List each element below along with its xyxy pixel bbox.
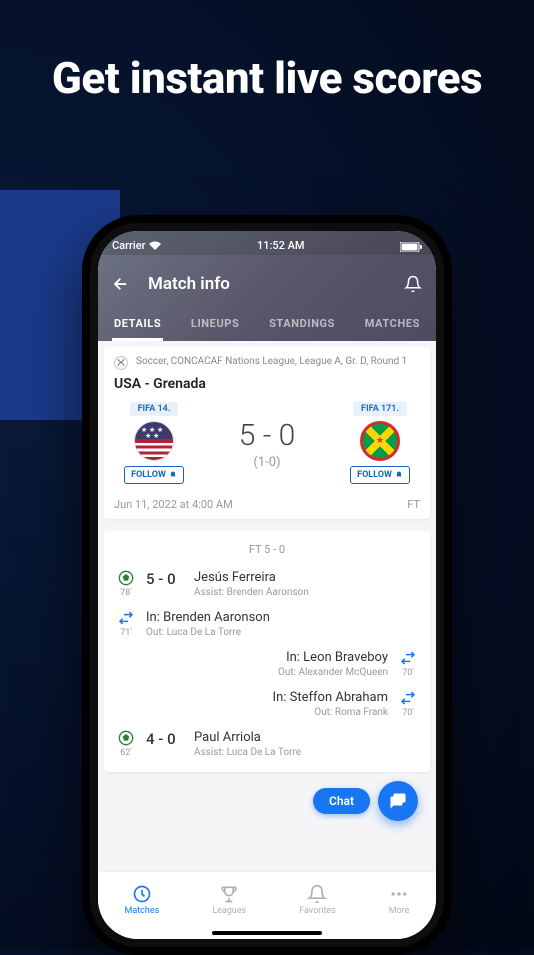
competition-icon [114, 356, 128, 370]
event-row[interactable]: 78' 5 - 0 Jesús Ferreira Assist: Brenden… [114, 564, 420, 604]
app-header: Match info DETAILS LINEUPS STANDINGS MAT… [98, 255, 436, 341]
trophy-icon [219, 884, 239, 904]
match-status: FT [407, 498, 420, 511]
tab-lineups[interactable]: LINEUPS [189, 309, 241, 341]
more-icon [389, 884, 409, 904]
event-player-out: Out: Luca De La Torre [146, 627, 420, 638]
away-fifa-badge: FIFA 171. [353, 402, 407, 416]
match-summary-card: Soccer, CONCACAF Nations League, League … [104, 347, 430, 519]
match-title: USA - Grenada [114, 376, 420, 392]
promo-headline: Get instant live scores [0, 55, 534, 101]
carrier-label: Carrier [112, 239, 145, 252]
event-row[interactable]: 70' In: Steffon Abraham Out: Roma Frank [114, 684, 420, 724]
main-score: 5 - 0 [239, 418, 296, 453]
tab-standings[interactable]: STANDINGS [267, 309, 337, 341]
page-title: Match info [148, 274, 386, 294]
chat-icon [389, 792, 407, 810]
clock-icon [132, 884, 152, 904]
event-minute: 70' [402, 668, 414, 678]
substitution-icon [118, 610, 134, 626]
competition-name: Soccer, CONCACAF Nations League, League … [136, 355, 407, 368]
event-minute: 70' [402, 708, 414, 718]
event-player-out: Out: Roma Frank [114, 707, 388, 718]
bottom-nav: Matches Leagues Favorites More [98, 871, 436, 927]
back-icon[interactable] [112, 275, 130, 293]
nav-more[interactable]: More [389, 884, 410, 916]
bell-icon[interactable] [404, 275, 422, 293]
substitution-icon [400, 690, 416, 706]
battery-icon [400, 242, 422, 252]
event-assist: Assist: Brenden Aaronson [194, 587, 420, 598]
event-row[interactable]: 70' In: Leon Braveboy Out: Alexander McQ… [114, 644, 420, 684]
event-score: 4 - 0 [146, 730, 186, 748]
home-flag[interactable] [134, 421, 174, 461]
nav-favorites[interactable]: Favorites [299, 884, 336, 916]
chat-fab[interactable] [378, 781, 418, 821]
device-frame: Carrier 11:52 AM Match info DETAILS LINE… [82, 215, 452, 955]
event-score: 5 - 0 [146, 570, 186, 588]
tab-details[interactable]: DETAILS [112, 309, 163, 341]
event-player: Jesús Ferreira [194, 570, 420, 585]
event-minute: 62' [120, 748, 132, 758]
bell-icon [307, 884, 327, 904]
event-assist: Assist: Luca De La Torre [194, 747, 420, 758]
home-follow-button[interactable]: FOLLOW [124, 466, 184, 484]
home-fifa-badge: FIFA 14. [130, 402, 179, 416]
event-player-in: In: Brenden Aaronson [146, 610, 420, 625]
event-player-in: In: Steffon Abraham [114, 690, 388, 705]
substitution-icon [400, 650, 416, 666]
event-minute: 78' [120, 588, 132, 598]
status-bar: Carrier 11:52 AM [98, 231, 436, 255]
event-row[interactable]: 62' 4 - 0 Paul Arriola Assist: Luca De L… [114, 724, 420, 764]
tab-matches[interactable]: MATCHES [363, 309, 422, 341]
halftime-score: (1-0) [239, 455, 296, 470]
match-date: Jun 11, 2022 at 4:00 AM [114, 498, 233, 511]
event-minute: 71' [120, 628, 132, 638]
goal-icon [118, 730, 134, 746]
event-row[interactable]: 71' In: Brenden Aaronson Out: Luca De La… [114, 604, 420, 644]
chat-button[interactable]: Chat [313, 788, 370, 814]
nav-leagues[interactable]: Leagues [212, 884, 246, 916]
wifi-icon [149, 241, 161, 250]
event-player-in: In: Leon Braveboy [114, 650, 388, 665]
goal-icon [118, 570, 134, 586]
event-player-out: Out: Alexander McQueen [114, 667, 388, 678]
home-team-col: FIFA 14. FOLLOW [118, 402, 190, 484]
away-flag[interactable] [360, 421, 400, 461]
event-player: Paul Arriola [194, 730, 420, 745]
away-follow-button[interactable]: FOLLOW [350, 466, 410, 484]
away-team-col: FIFA 171. FOLLOW [344, 402, 416, 484]
events-ft-header: FT 5 - 0 [114, 539, 420, 564]
home-indicator[interactable] [98, 927, 436, 939]
clock: 11:52 AM [257, 239, 305, 252]
events-card: FT 5 - 0 78' 5 - 0 Jesús Ferreira Assist… [104, 531, 430, 772]
nav-matches[interactable]: Matches [124, 884, 159, 916]
